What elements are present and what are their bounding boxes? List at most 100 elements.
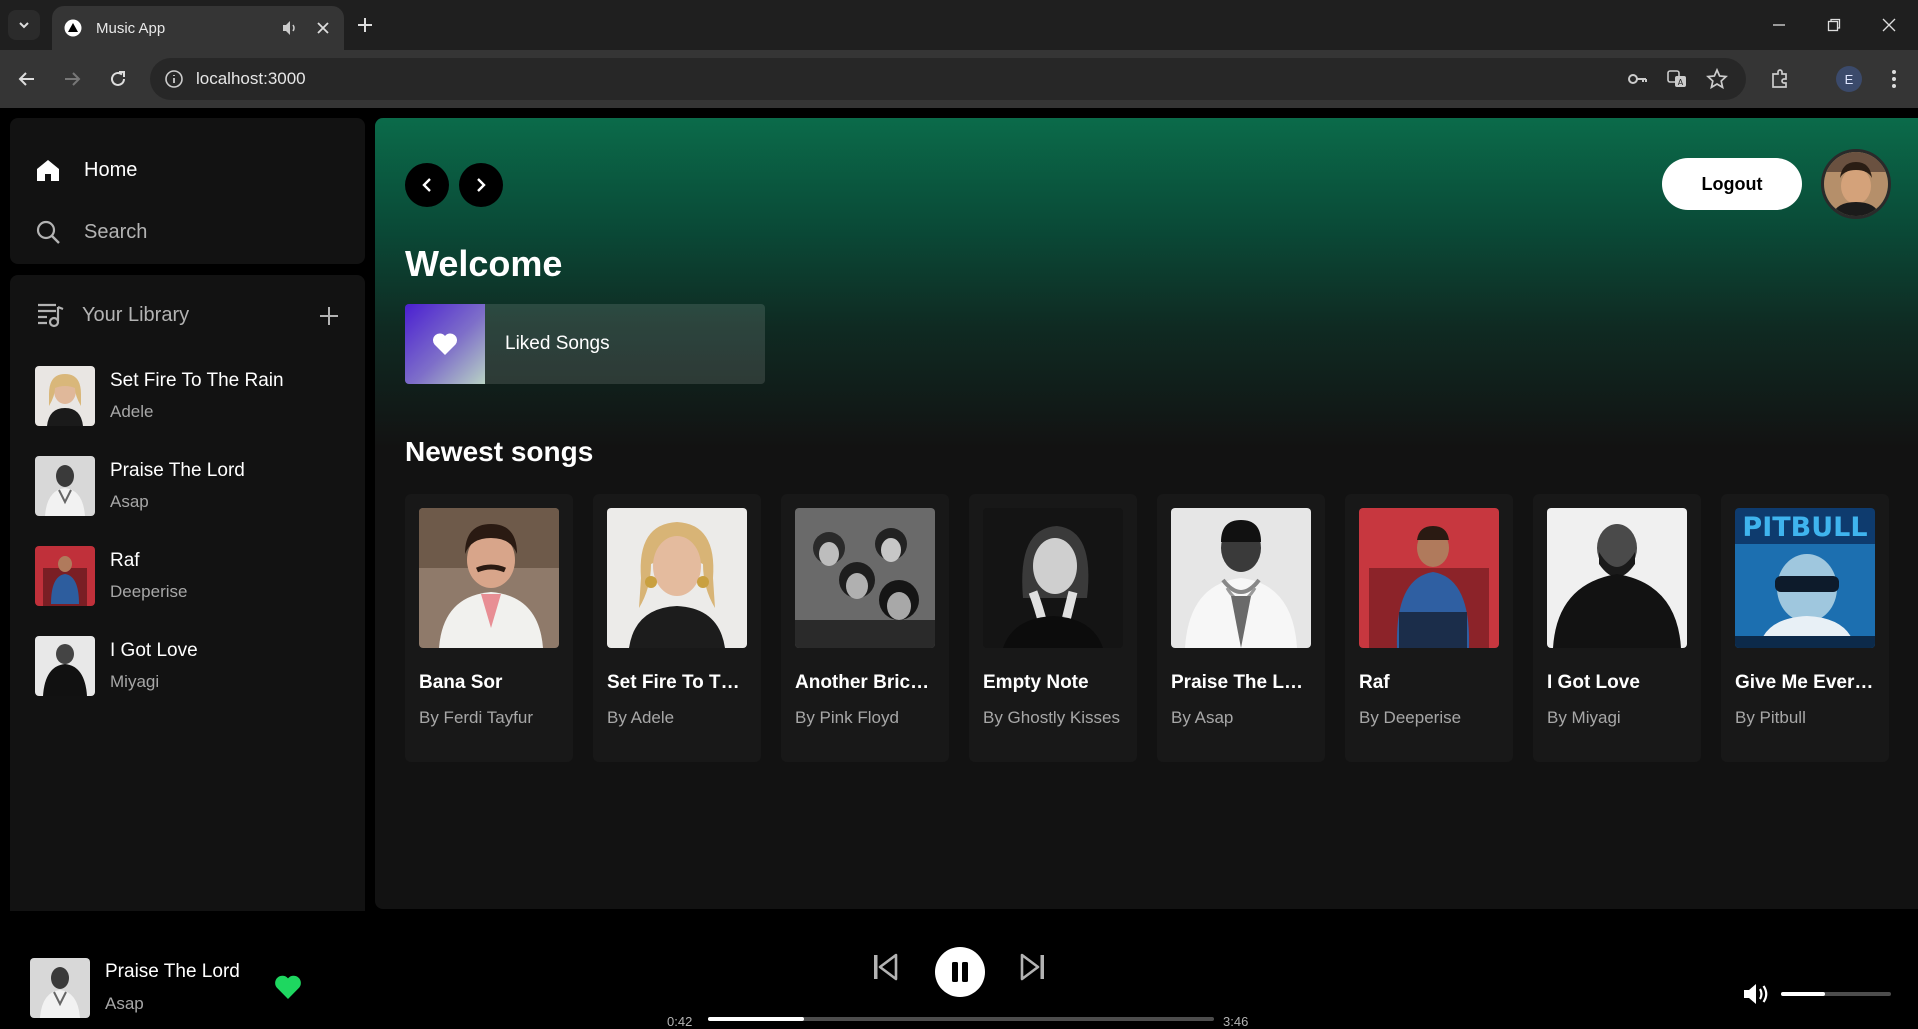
song-card-title: Give Me Everything [1735, 672, 1875, 693]
user-avatar[interactable] [1821, 149, 1891, 219]
album-art [35, 636, 95, 696]
logout-button[interactable]: Logout [1662, 158, 1802, 210]
song-card[interactable]: Set Fire To The Rain By Adele [593, 494, 761, 762]
song-card[interactable]: Praise The Lord By Asap [1157, 494, 1325, 762]
plus-icon [358, 18, 372, 32]
library-item-title: Set Fire To The Rain [110, 370, 284, 391]
library-item[interactable]: Praise The Lord Asap [35, 455, 345, 517]
url-text[interactable]: localhost:3000 [196, 69, 306, 89]
library-item[interactable]: Set Fire To The Rain Adele [35, 365, 345, 427]
song-card-title: Bana Sor [419, 672, 503, 693]
close-tab-icon[interactable] [314, 19, 332, 37]
volume-fill [1781, 992, 1825, 996]
progress-bar[interactable] [708, 1017, 1214, 1021]
translate-icon[interactable]: A [1666, 68, 1688, 90]
song-card[interactable]: Bana Sor By Ferdi Tayfur [405, 494, 573, 762]
add-to-library-button[interactable] [316, 303, 342, 329]
library-item-artist: Miyagi [110, 672, 160, 691]
song-card-artist: By Pitbull [1735, 708, 1806, 727]
album-art [607, 508, 747, 648]
song-card-row: Bana Sor By Ferdi Tayfur Set Fire To The… [405, 494, 1889, 762]
next-track-button[interactable] [1020, 952, 1046, 982]
now-playing-art [30, 958, 90, 1018]
progress-fill [708, 1017, 805, 1021]
song-card-title: Another Brick in the Wall [795, 672, 935, 693]
tab-title: Music App [96, 19, 166, 37]
song-card-artist: By Ghostly Kisses [983, 708, 1120, 727]
song-card-title: I Got Love [1547, 672, 1640, 693]
library-title: Your Library [82, 303, 190, 326]
library-item-artist: Adele [110, 402, 154, 421]
heart-icon [432, 333, 458, 355]
restore-icon [1827, 18, 1841, 32]
forward-button[interactable] [60, 67, 84, 91]
album-art [35, 456, 95, 516]
library-item[interactable]: Raf Deeperise [35, 545, 345, 607]
previous-track-button[interactable] [872, 952, 898, 982]
library-item[interactable]: I Got Love Miyagi [35, 635, 345, 697]
library-item-title: Raf [110, 550, 140, 571]
arrow-right-icon [65, 72, 81, 86]
volume-slider[interactable] [1781, 992, 1891, 996]
album-art [1359, 508, 1499, 648]
minimize-button[interactable] [1766, 12, 1792, 38]
song-card[interactable]: PITBULL Give Me Everything By Pitbull [1721, 494, 1889, 762]
liked-heart-icon[interactable] [274, 974, 302, 1000]
svg-text:A: A [1678, 78, 1684, 87]
chevron-right-icon [477, 178, 486, 192]
address-bar[interactable]: localhost:3000 A [150, 58, 1746, 100]
back-button[interactable] [15, 67, 39, 91]
pause-icon [952, 962, 968, 982]
song-card[interactable]: Empty Note By Ghostly Kisses [969, 494, 1137, 762]
album-art [1547, 508, 1687, 648]
song-card[interactable]: Another Brick in the Wall By Pink Floyd [781, 494, 949, 762]
bookmark-star-icon[interactable] [1706, 68, 1728, 90]
chevron-left-icon [422, 178, 431, 192]
album-art [983, 508, 1123, 648]
song-card-title: Praise The Lord [1171, 672, 1311, 693]
extensions-button[interactable] [1768, 67, 1792, 91]
album-art: PITBULL [1735, 508, 1875, 648]
puzzle-icon [1772, 69, 1787, 88]
sidebar-item-home[interactable]: Home [34, 154, 137, 186]
browser-tab[interactable]: Music App [52, 6, 344, 50]
now-playing-artist[interactable]: Asap [105, 994, 144, 1014]
liked-songs-art [405, 304, 485, 384]
sidebar-nav: Home Search [10, 118, 365, 264]
song-card-artist: By Adele [607, 708, 675, 727]
reload-icon [111, 71, 125, 86]
pause-button[interactable] [935, 947, 985, 997]
reload-button[interactable] [106, 67, 130, 91]
tab-search-button[interactable] [8, 10, 40, 40]
sidebar-item-label: Home [84, 158, 138, 181]
song-card[interactable]: I Got Love By Miyagi [1533, 494, 1701, 762]
album-art [1171, 508, 1311, 648]
song-card-artist: By Ferdi Tayfur [419, 708, 534, 727]
music-app: Home Search Your Library Set Fire To The… [0, 108, 1918, 1029]
password-key-icon[interactable] [1626, 68, 1648, 90]
duration-time: 3:46 [1223, 1014, 1249, 1029]
song-card-title: Empty Note [983, 672, 1089, 693]
back-nav-button[interactable] [405, 163, 449, 207]
library-icon [38, 303, 64, 328]
forward-nav-button[interactable] [459, 163, 503, 207]
home-icon [34, 156, 62, 184]
volume-icon[interactable] [1742, 981, 1772, 1007]
album-art [35, 546, 95, 606]
sidebar-item-search[interactable]: Search [34, 216, 147, 248]
browser-menu-button[interactable] [1882, 67, 1906, 91]
new-tab-button[interactable] [352, 12, 378, 38]
speaker-icon[interactable] [280, 18, 300, 38]
song-card-title: Raf [1359, 672, 1390, 693]
album-art [419, 508, 559, 648]
info-icon[interactable] [164, 69, 184, 89]
song-card-artist: By Pink Floyd [795, 708, 899, 727]
liked-songs-shortcut[interactable]: Liked Songs [405, 304, 765, 384]
now-playing-title[interactable]: Praise The Lord [105, 961, 240, 983]
close-window-button[interactable] [1876, 12, 1902, 38]
album-art [795, 508, 935, 648]
restore-button[interactable] [1821, 12, 1847, 38]
library-header[interactable]: Your Library [36, 301, 189, 329]
song-card[interactable]: Raf By Deeperise [1345, 494, 1513, 762]
profile-avatar-button[interactable]: E [1836, 66, 1862, 92]
